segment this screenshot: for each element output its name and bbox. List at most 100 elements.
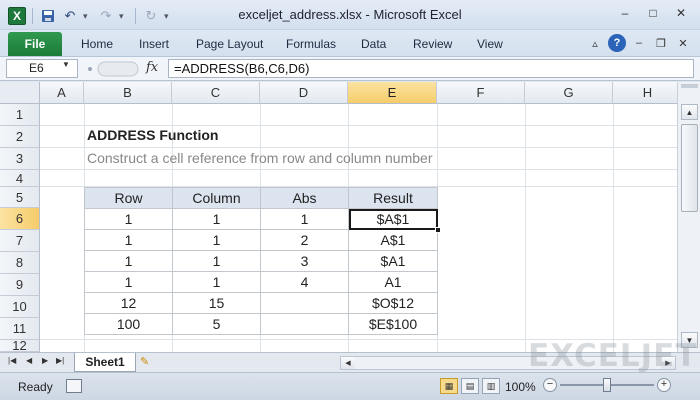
row-header-4[interactable]: 4	[0, 170, 40, 187]
tab-review[interactable]: Review	[413, 37, 452, 51]
header-cell-result[interactable]: Result	[348, 187, 438, 209]
minimize-ribbon-icon[interactable]: ▵	[586, 34, 604, 52]
table-cell[interactable]: $E$100	[348, 313, 438, 335]
header-cell-abs[interactable]: Abs	[260, 187, 349, 209]
table-cell[interactable]: 15	[172, 292, 261, 314]
close-icon[interactable]: ✕	[668, 4, 694, 22]
header-cell-row[interactable]: Row	[84, 187, 173, 209]
horizontal-scrollbar[interactable]: ◀ ▶	[340, 356, 676, 370]
page-break-view-icon[interactable]: ▥	[482, 378, 500, 394]
excel-app-icon[interactable]: X	[8, 7, 26, 25]
insert-sheet-icon[interactable]: ✎	[140, 355, 156, 369]
vertical-scrollbar[interactable]: ▲ ▼	[677, 82, 700, 352]
row-header-7[interactable]: 7	[0, 230, 40, 252]
normal-view-icon[interactable]: ▦	[440, 378, 458, 394]
column-header-d[interactable]: D	[260, 82, 348, 104]
tab-view[interactable]: View	[477, 37, 503, 51]
vertical-scroll-thumb[interactable]	[681, 124, 698, 212]
table-cell[interactable]	[260, 313, 349, 335]
table-cell[interactable]: 3	[260, 250, 349, 272]
column-header-b[interactable]: B	[84, 82, 172, 104]
scroll-right-icon[interactable]: ▶	[661, 357, 675, 369]
fill-handle[interactable]	[435, 227, 441, 233]
row-header-8[interactable]: 8	[0, 252, 40, 274]
table-cell[interactable]: 1	[260, 208, 349, 230]
zoom-level[interactable]: 100%	[505, 380, 536, 394]
workbook-minimize-icon[interactable]: –	[630, 34, 648, 52]
last-sheet-icon[interactable]: ▶|	[56, 356, 64, 365]
row-header-3[interactable]: 3	[0, 148, 40, 170]
first-sheet-icon[interactable]: |◀	[8, 356, 16, 365]
scroll-up-icon[interactable]: ▲	[681, 104, 698, 120]
table-cell[interactable]: 1	[84, 208, 173, 230]
row-header-6[interactable]: 6	[0, 208, 40, 230]
customize-qat-icon[interactable]: ▾	[164, 11, 174, 22]
row-header-10[interactable]: 10	[0, 296, 40, 318]
table-cell[interactable]: 1	[84, 250, 173, 272]
next-sheet-icon[interactable]: ▶	[42, 356, 48, 365]
select-all-corner[interactable]	[0, 82, 40, 104]
row-header-5[interactable]: 5	[0, 187, 40, 208]
tab-page-layout[interactable]: Page Layout	[196, 37, 263, 51]
column-header-a[interactable]: A	[40, 82, 84, 104]
row-header-1[interactable]: 1	[0, 104, 40, 126]
worksheet-grid[interactable]: A B C D E F G H 1 2 3 4 5 6 7 8 9 10 11 …	[0, 82, 677, 352]
formula-input[interactable]: =ADDRESS(B6,C6,D6)	[168, 59, 694, 78]
zoom-slider-thumb[interactable]	[603, 378, 611, 392]
table-cell[interactable]: A$1	[348, 229, 438, 251]
table-cell[interactable]: A1	[348, 271, 438, 293]
table-cell[interactable]: 1	[84, 229, 173, 251]
tab-home[interactable]: Home	[81, 37, 113, 51]
table-cell[interactable]	[260, 292, 349, 314]
page-layout-view-icon[interactable]: ▤	[461, 378, 479, 394]
macro-record-icon[interactable]	[66, 379, 82, 393]
table-cell[interactable]: 1	[172, 229, 261, 251]
name-box-dropdown-icon[interactable]: ▼	[62, 60, 70, 69]
workbook-restore-icon[interactable]: ❐	[652, 34, 670, 52]
prev-sheet-icon[interactable]: ◀	[26, 356, 32, 365]
table-cell[interactable]: 4	[260, 271, 349, 293]
maximize-icon[interactable]: □	[640, 4, 666, 22]
undo-icon[interactable]: ↶	[61, 7, 79, 25]
column-header-f[interactable]: F	[437, 82, 525, 104]
repeat-icon[interactable]: ↻	[142, 7, 160, 25]
table-cell[interactable]: 12	[84, 292, 173, 314]
row-header-9[interactable]: 9	[0, 274, 40, 296]
tab-data[interactable]: Data	[361, 37, 386, 51]
tab-file[interactable]: File	[8, 32, 62, 56]
table-cell[interactable]: 5	[172, 313, 261, 335]
table-cell[interactable]: 1	[84, 271, 173, 293]
column-header-e[interactable]: E	[348, 82, 437, 104]
scroll-left-icon[interactable]: ◀	[341, 357, 355, 369]
workbook-close-icon[interactable]: ✕	[674, 34, 692, 52]
minimize-icon[interactable]: –	[612, 4, 638, 22]
row-header-11[interactable]: 11	[0, 318, 40, 340]
row-header-12[interactable]: 12	[0, 338, 40, 352]
column-header-h[interactable]: H	[613, 82, 677, 104]
insert-function-icon[interactable]: fx	[146, 60, 158, 75]
help-icon[interactable]: ?	[608, 34, 626, 52]
split-box[interactable]	[681, 84, 698, 88]
sheet-tab-sheet1[interactable]: Sheet1	[74, 353, 136, 372]
zoom-out-icon[interactable]: −	[543, 378, 557, 392]
undo-dropdown-icon[interactable]: ▾	[83, 11, 93, 22]
redo-icon[interactable]: ↷	[97, 7, 115, 25]
tab-insert[interactable]: Insert	[139, 37, 169, 51]
save-icon[interactable]	[39, 7, 57, 25]
table-cell[interactable]: 1	[172, 250, 261, 272]
active-cell[interactable]: $A$1	[348, 208, 441, 233]
zoom-in-icon[interactable]: +	[657, 378, 671, 392]
table-cell[interactable]: 1	[172, 271, 261, 293]
tab-formulas[interactable]: Formulas	[286, 37, 336, 51]
row-header-2[interactable]: 2	[0, 126, 40, 148]
header-cell-column[interactable]: Column	[172, 187, 261, 209]
redo-dropdown-icon[interactable]: ▾	[119, 11, 129, 22]
scroll-down-icon[interactable]: ▼	[681, 332, 698, 348]
column-header-g[interactable]: G	[525, 82, 613, 104]
table-cell[interactable]: $A1	[348, 250, 438, 272]
table-cell[interactable]: 1	[172, 208, 261, 230]
table-cell[interactable]: $O$12	[348, 292, 438, 314]
column-header-c[interactable]: C	[172, 82, 260, 104]
table-cell[interactable]: 100	[84, 313, 173, 335]
table-cell[interactable]: 2	[260, 229, 349, 251]
